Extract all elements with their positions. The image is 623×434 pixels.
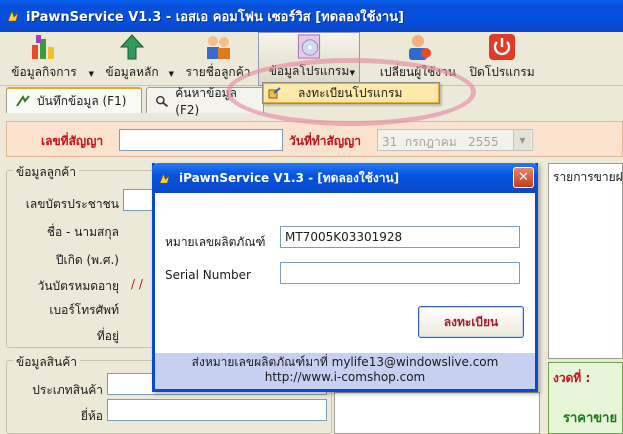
contract-header-row: เลขที่สัญญา วันที่ทำสัญญา 31 กรกฎาคม 255…	[6, 121, 623, 157]
register-dialog: iPawnService V1.3 - [ทดลองใช้งาน] ✕ หมาย…	[152, 163, 538, 392]
window-title: iPawnService V1.3 - เอสเอ คอมโฟน เซอร์วิ…	[26, 9, 404, 25]
customer-info-legend: ข้อมูลลูกค้า	[13, 163, 80, 182]
dialog-body: หมายเลขผลิตภัณฑ์ MT7005K03301928 Serial …	[155, 193, 535, 353]
toolbar-close-program-button[interactable]: ปิดโปรแกรม	[464, 32, 540, 86]
product-image-box	[334, 392, 540, 434]
toolbar-business-info-button[interactable]: ข้อมูลกิจการ ▼	[4, 32, 94, 86]
toolbar-program-info-button[interactable]: ข้อมูลโปรแกรม ▼	[258, 32, 360, 86]
sales-list-panel: รายการขายฝา	[548, 163, 623, 359]
product-id-input[interactable]: MT7005K03301928	[280, 226, 520, 248]
tab-record-data[interactable]: บันทึกข้อมูล (F1)	[6, 87, 142, 113]
dropdown-arrow-icon: ▼	[349, 69, 355, 77]
cd-icon	[297, 34, 321, 59]
power-icon	[489, 34, 515, 60]
product-type-label: ประเภทสินค้า	[32, 383, 103, 397]
card-expiry-label: วันบัตรหมดอายุ	[37, 279, 119, 293]
name-label: ชื่อ - นามสกุล	[46, 225, 119, 239]
menu-item-register-program[interactable]: ลงทะเบียนโปรแกรม	[263, 83, 439, 103]
dialog-title-bar: iPawnService V1.3 - [ทดลองใช้งาน] ✕	[152, 163, 538, 193]
main-toolbar: ข้อมูลกิจการ ▼ ข้อมูลหลัก ▼ รายชื่อลูกค้…	[0, 32, 623, 86]
building-chart-icon	[32, 35, 54, 59]
id-card-input[interactable]	[123, 189, 155, 211]
sales-list-title: รายการขายฝา	[553, 170, 623, 184]
register-icon	[268, 87, 281, 99]
app-logo-icon	[7, 10, 19, 22]
program-info-menu: ลงทะเบียนโปรแกรม	[262, 82, 440, 104]
product-info-legend: ข้อมูลสินค้า	[13, 353, 80, 372]
people-icon	[207, 36, 230, 59]
contract-date-label: วันที่ทำสัญญา	[289, 134, 362, 148]
tab-search-data[interactable]: ค้นหาข้อมูล (F2)	[146, 86, 264, 117]
window-title-bar: iPawnService V1.3 - เอสเอ คอมโฟน เซอร์วิ…	[0, 0, 623, 32]
contract-number-label: เลขที่สัญญา	[41, 134, 104, 148]
product-id-label: หมายเลขผลิตภัณฑ์	[165, 235, 266, 249]
arrow-up-icon	[119, 34, 145, 60]
brand-label: ยี่ห้อ	[80, 409, 103, 423]
birth-year-label: ปีเกิด (พ.ศ.)	[55, 253, 119, 267]
app-logo-icon	[159, 172, 170, 183]
serial-number-label: Serial Number	[165, 268, 251, 282]
serial-number-input[interactable]	[280, 262, 520, 284]
user-switch-icon	[409, 35, 431, 60]
dialog-footer: ส่งหมายเลขผลิตภัณฑ์มาที่ mylife13@window…	[155, 353, 535, 389]
dialog-title: iPawnService V1.3 - [ทดลองใช้งาน]	[179, 170, 400, 185]
brand-input[interactable]	[107, 399, 327, 421]
dropdown-arrow-icon: ▼	[88, 70, 94, 78]
period-panel: งวดที่ : ราคาขาย	[548, 362, 623, 434]
id-card-label: เลขบัตรประชาชน	[25, 197, 119, 211]
search-icon	[156, 95, 169, 107]
toolbar-customers-button[interactable]: รายชื่อลูกค้า	[182, 32, 254, 86]
customer-info-group: ข้อมูลลูกค้า เลขบัตรประชาชน ชื่อ - นามสก…	[6, 163, 155, 348]
card-expiry-value[interactable]: / /	[131, 277, 143, 291]
close-icon[interactable]: ✕	[513, 167, 534, 188]
toolbar-switch-user-button[interactable]: เปลี่ยนผู้ใช้งาน	[376, 32, 460, 86]
price-label: ราคาขาย	[563, 411, 618, 426]
period-label: งวดที่ :	[553, 371, 591, 385]
contract-number-input[interactable]	[119, 129, 283, 151]
dropdown-arrow-icon: ▼	[168, 70, 174, 78]
footer-email-text: ส่งหมายเลขผลิตภัณฑ์มาที่ mylife13@window…	[191, 355, 499, 369]
footer-website-link[interactable]: http://www.i-comshop.com	[155, 370, 535, 385]
contract-date-picker[interactable]: 31 กรกฎาคม 2555	[377, 129, 533, 151]
register-button[interactable]: ลงทะเบียน	[418, 306, 524, 338]
toolbar-master-data-button[interactable]: ข้อมูลหลัก ▼	[100, 32, 174, 86]
chevron-down-icon[interactable]: ▼	[513, 130, 531, 150]
phone-label: เบอร์โทรศัพท์	[49, 303, 119, 317]
address-label: ที่อยู่	[96, 329, 119, 343]
save-arrow-icon	[16, 95, 30, 107]
